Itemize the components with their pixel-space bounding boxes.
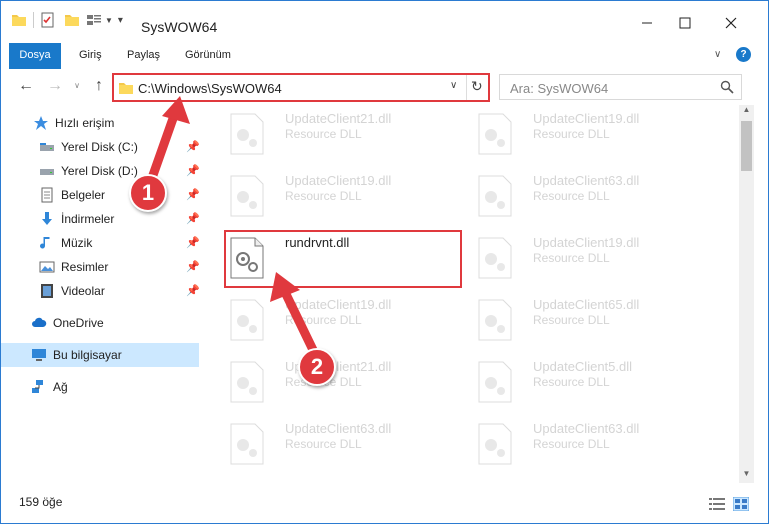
arrow-1 — [147, 96, 190, 183]
arrow-2 — [270, 272, 319, 357]
annotation-arrows — [147, 96, 319, 357]
step-badge-2: 2 — [298, 348, 336, 386]
step-badge-1: 1 — [129, 174, 167, 212]
